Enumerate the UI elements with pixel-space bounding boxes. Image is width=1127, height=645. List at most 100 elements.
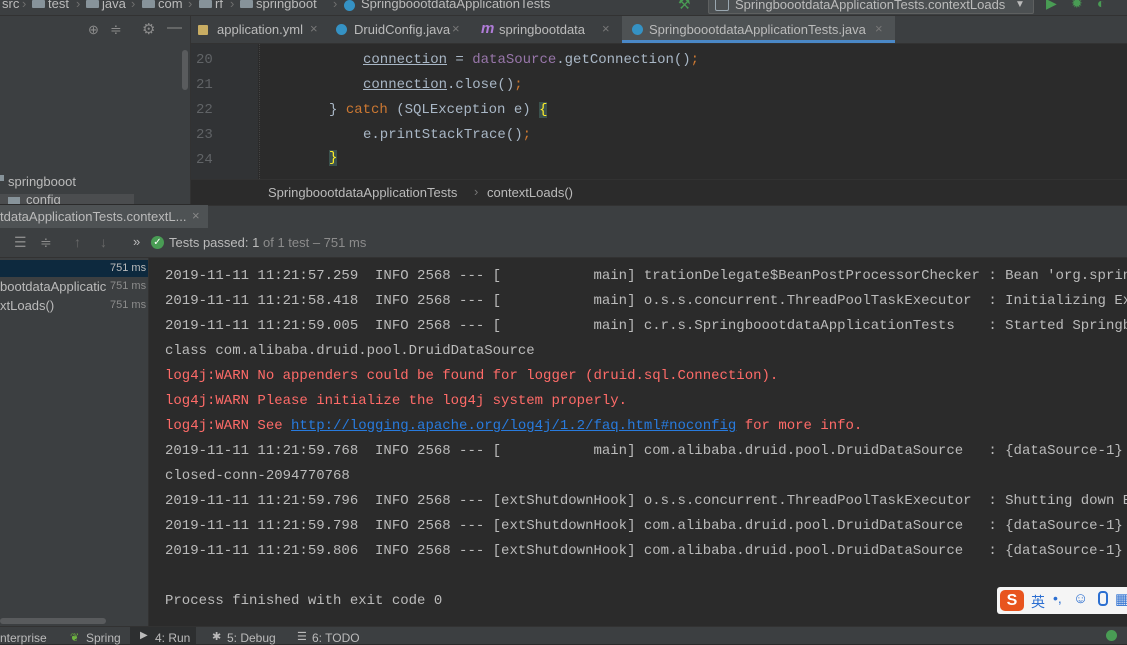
breadcrumb-separator: › [188,0,193,11]
build-hammer-icon[interactable]: ⚒ [678,0,691,13]
yaml-file-icon [198,25,208,35]
warning-suffix: for more info. [736,418,863,434]
test-status: Tests passed: 1 of 1 test – 751 ms [169,235,366,250]
close-icon[interactable]: × [875,21,883,36]
ime-language-label[interactable]: 英 [1031,592,1045,612]
console-line: 2019-11-11 11:21:58.418 INFO 2568 --- [ … [165,293,1127,309]
tree-item-springbooot[interactable]: springbooot [8,174,76,189]
console-warning-line: log4j:WARN Please initialize the log4j s… [165,393,628,409]
run-configuration-label: SpringboootdataApplicationTests.contextL… [735,0,1006,12]
code-token: ; [690,52,700,68]
breadcrumb-separator: › [474,184,479,199]
debug-icon[interactable]: ✹ [1071,0,1083,12]
editor-tab-bar: application.yml × DruidConfig.java × m s… [191,16,1127,44]
run-tab-label: tdataApplicationTests.contextL... [0,209,187,224]
tab-label: application.yml [217,22,303,37]
faq-link[interactable]: http://logging.apache.org/log4j/1.2/faq.… [291,418,736,434]
test-status-count: 1 [252,235,260,250]
breadcrumb-class[interactable]: SpringboootdataApplicationTests [361,0,550,11]
navigation-breadcrumb: src › test › java › com › rf › springboo… [0,0,1127,16]
event-log-icon[interactable] [1106,630,1117,641]
close-icon[interactable]: × [602,21,610,36]
tab-label: SpringboootdataApplicationTests.java [649,22,866,37]
horizontal-scrollbar[interactable] [0,618,106,624]
gear-icon[interactable]: ⚙ [142,20,155,38]
test-tree-time: 751 ms [110,262,147,274]
code-editor[interactable]: connection = dataSource.getConnection();… [259,44,1127,179]
tab-springbootdata[interactable]: m springbootdata × [467,16,617,43]
ime-toolbar[interactable]: S 英 •, ☺ ▦ [997,587,1127,614]
test-status-suffix: of 1 test – 751 ms [262,235,367,250]
folder-icon [240,0,253,8]
line-number: 24 [196,152,213,168]
arrow-up-icon[interactable]: ↑ [74,234,81,250]
code-token: .getConnection() [556,52,691,68]
code-token: catch [345,102,388,118]
microphone-icon[interactable] [1098,591,1108,606]
tab-druidconfig-java[interactable]: DruidConfig.java × [325,16,461,43]
breadcrumb-rf[interactable]: rf [215,0,223,11]
line-number: 20 [196,52,213,68]
breadcrumb-test[interactable]: test [48,0,69,11]
punctuation-icon[interactable]: •, [1053,590,1062,606]
run-icon: ▶ [140,630,148,641]
emoji-icon[interactable]: ☺ [1073,590,1088,607]
console-output[interactable]: 2019-11-11 11:21:57.259 INFO 2568 --- [ … [149,258,1127,626]
bug-icon: ✱ [212,631,222,643]
test-tree-row[interactable]: xtLoads() 751 ms [0,297,148,314]
folder-icon [32,0,45,8]
close-icon[interactable]: × [452,21,460,36]
run-icon[interactable]: ▶ [1046,0,1057,12]
class-icon [336,24,347,35]
breadcrumb-com[interactable]: com [158,0,183,11]
console-line: 2019-11-11 11:21:57.259 INFO 2568 --- [ … [165,268,1127,284]
code-token: } [329,102,346,118]
tab-run-active[interactable]: ▶ 4: Run [130,627,196,645]
breadcrumb-java[interactable]: java [102,0,126,11]
tab-label: DruidConfig.java [354,22,451,37]
minimize-icon[interactable]: — [167,19,182,36]
run-tab[interactable]: tdataApplicationTests.contextL... × [0,205,208,228]
code-line-23: e.printStackTrace(); [363,127,531,143]
breadcrumb-method[interactable]: contextLoads() [487,185,573,200]
tree-item-config-row[interactable]: config [0,194,134,204]
line-number: 22 [196,102,213,118]
code-token: ; [514,77,523,93]
code-line-20: connection = dataSource.getConnection(); [363,52,699,68]
folder-icon [199,0,212,8]
target-icon[interactable]: ⊕ [88,22,99,38]
editor-breadcrumb: SpringboootdataApplicationTests › contex… [191,179,1127,205]
more-icon[interactable]: » [133,234,140,249]
scrollbar[interactable] [182,50,188,90]
close-icon[interactable]: × [192,208,200,223]
console-line: 2019-11-11 11:21:59.768 INFO 2568 --- [ … [165,443,1127,459]
folder-icon [8,197,20,204]
project-panel: ⊕ ≑ ⚙ — springbooot config [0,16,191,204]
coverage-icon[interactable]: ◐ [1097,0,1105,11]
arrow-down-icon[interactable]: ↓ [100,234,107,250]
test-tree-row-selected[interactable]: 751 ms [0,260,148,277]
chevron-down-icon: ▼ [1015,0,1025,10]
expand-all-icon[interactable]: ☰ [14,234,27,251]
code-line-22: } catch (SQLException e) { [329,102,548,118]
test-tree-row[interactable]: bootdataApplicatic 751 ms [0,278,148,295]
collapse-all-icon[interactable]: ≑ [40,234,52,251]
tree-item-config: config [26,194,61,204]
keyboard-icon[interactable]: ▦ [1115,590,1127,608]
breadcrumb-src[interactable]: src [2,0,19,11]
list-icon: ☰ [297,631,307,643]
close-icon[interactable]: × [310,21,318,36]
breadcrumb-springboot[interactable]: springboot [256,0,317,11]
console-line: 2019-11-11 11:21:59.798 INFO 2568 --- [e… [165,518,1127,534]
folder-icon [86,0,99,8]
tab-application-yml[interactable]: application.yml × [191,16,325,43]
spring-icon: ❦ [70,632,80,644]
tab-springboootdataapplicationtests-java[interactable]: SpringboootdataApplicationTests.java × [622,16,895,43]
console-line: class com.alibaba.druid.pool.DruidDataSo… [165,343,535,359]
class-icon [632,24,643,35]
code-token: connection [363,52,448,68]
breadcrumb-class-name[interactable]: SpringboootdataApplicationTests [268,185,457,200]
run-configuration-select[interactable]: SpringboootdataApplicationTests.contextL… [708,0,1034,14]
line-number: 23 [196,127,213,143]
collapse-icon[interactable]: ≑ [110,21,122,38]
